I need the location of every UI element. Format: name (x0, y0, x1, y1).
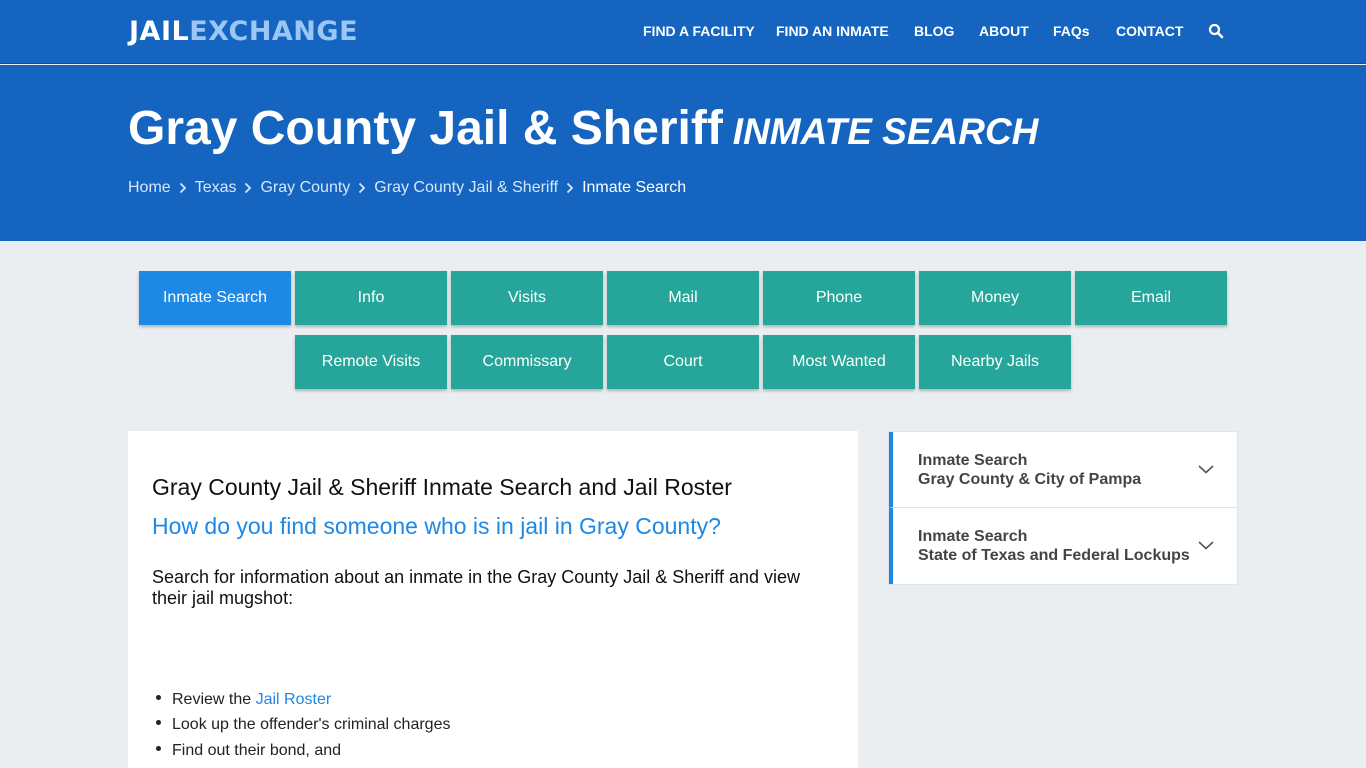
breadcrumb-home[interactable]: Home (128, 179, 171, 197)
accordion-subtitle: State of Texas and Federal Lockups (918, 547, 1190, 564)
list-item: Look up the offender's criminal charges (156, 716, 450, 734)
accordion-gray-county[interactable]: Inmate Search Gray County & City of Pamp… (889, 432, 1237, 508)
content-card: Gray County Jail & Sheriff Inmate Search… (128, 431, 858, 768)
tab-visits[interactable]: Visits (451, 271, 603, 325)
list-item-text: Review the (172, 691, 256, 708)
nav-find-inmate[interactable]: FIND AN INMATE (776, 23, 889, 39)
tab-money[interactable]: Money (919, 271, 1071, 325)
chevron-right-icon (558, 182, 582, 194)
page-title-main: Gray County Jail & Sheriff (128, 102, 723, 155)
content-question: How do you find someone who is in jail i… (152, 513, 721, 539)
chevron-right-icon (171, 182, 195, 194)
tab-mail[interactable]: Mail (607, 271, 759, 325)
page-title-sub: INMATE SEARCH (732, 111, 1039, 152)
tab-court[interactable]: Court (607, 335, 759, 389)
accordion-subtitle: Gray County & City of Pampa (918, 471, 1142, 488)
list-item: Review the Jail Roster (156, 691, 331, 709)
breadcrumb-texas[interactable]: Texas (195, 179, 237, 197)
logo-jail: JAIL (129, 16, 190, 47)
tab-remote-visits[interactable]: Remote Visits (295, 335, 447, 389)
chevron-down-icon[interactable] (1197, 536, 1215, 554)
accordion-texas-federal[interactable]: Inmate Search State of Texas and Federal… (889, 508, 1237, 584)
nav-find-facility[interactable]: FIND A FACILITY (643, 23, 755, 39)
tab-phone[interactable]: Phone (763, 271, 915, 325)
chevron-right-icon (236, 182, 260, 194)
nav-about[interactable]: ABOUT (979, 23, 1029, 39)
content-lead: Search for information about an inmate i… (152, 567, 801, 608)
tab-inmate-search[interactable]: Inmate Search (139, 271, 291, 325)
breadcrumb-current: Inmate Search (582, 179, 687, 196)
nav-contact[interactable]: CONTACT (1116, 23, 1183, 39)
content-heading: Gray County Jail & Sheriff Inmate Search… (152, 474, 732, 500)
page-hero: Gray County Jail & Sheriff INMATE SEARCH … (0, 65, 1366, 241)
logo-exchange: EXCHANGE (189, 16, 359, 47)
breadcrumb-gray-county[interactable]: Gray County (260, 179, 350, 197)
accordion-title: Inmate Search (918, 528, 1028, 545)
tab-email[interactable]: Email (1075, 271, 1227, 325)
search-icon[interactable] (1208, 23, 1224, 39)
list-item: Find out their bond, and (156, 742, 341, 760)
site-logo[interactable]: JAILEXCHANGE (129, 16, 358, 47)
page-title: Gray County Jail & Sheriff INMATE SEARCH (128, 101, 1038, 156)
tab-nearby-jails[interactable]: Nearby Jails (919, 335, 1071, 389)
list-item-text: Look up the offender's criminal charges (172, 716, 451, 733)
chevron-down-icon[interactable] (1197, 460, 1215, 478)
accordion-title: Inmate Search (918, 452, 1028, 469)
chevron-right-icon (350, 182, 374, 194)
tab-most-wanted[interactable]: Most Wanted (763, 335, 915, 389)
list-item-text: Find out their bond, and (172, 742, 342, 759)
top-navbar: JAILEXCHANGE FIND A FACILITY FIND AN INM… (0, 0, 1366, 64)
nav-blog[interactable]: BLOG (914, 23, 954, 39)
breadcrumb-facility[interactable]: Gray County Jail & Sheriff (374, 179, 558, 197)
breadcrumb: Home Texas Gray County Gray County Jail … (128, 179, 686, 197)
jail-roster-link[interactable]: Jail Roster (256, 691, 332, 708)
tab-commissary[interactable]: Commissary (451, 335, 603, 389)
sidebar-accordion: Inmate Search Gray County & City of Pamp… (888, 431, 1238, 585)
tab-info[interactable]: Info (295, 271, 447, 325)
nav-faqs[interactable]: FAQs (1053, 23, 1090, 39)
